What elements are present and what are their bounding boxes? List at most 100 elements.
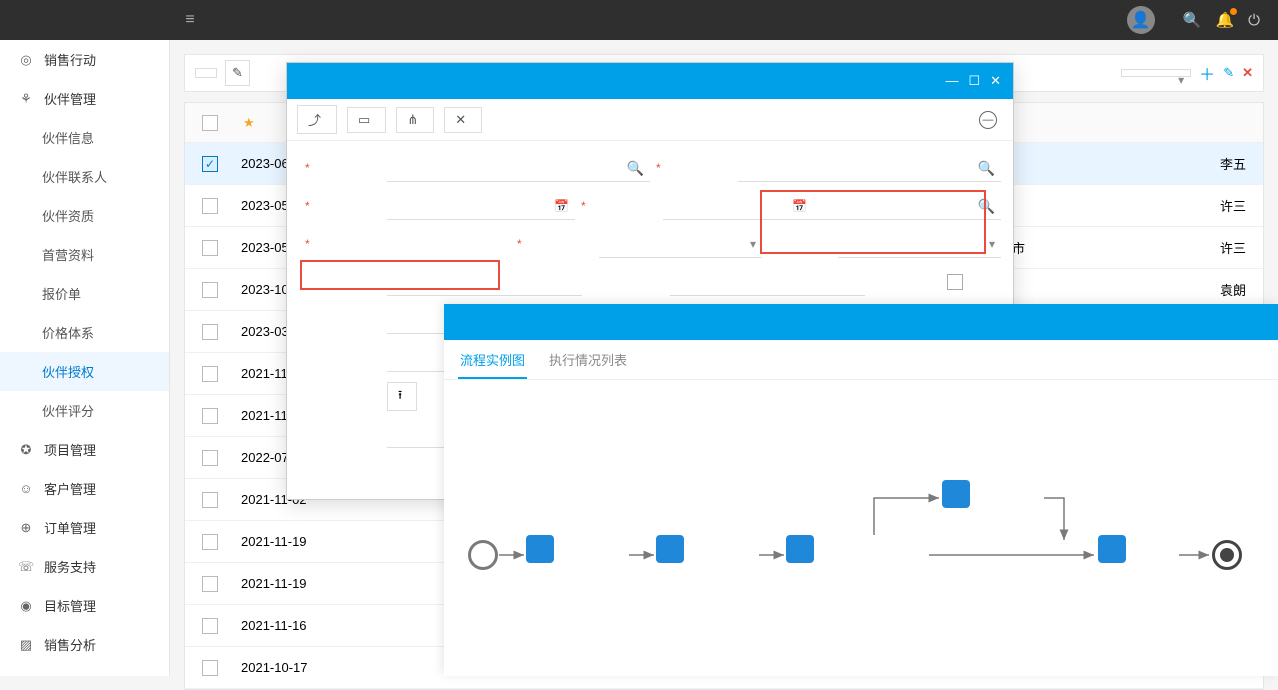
sidebar-item-label: 报价单 bbox=[42, 284, 81, 303]
row-checkbox[interactable] bbox=[202, 534, 218, 550]
minimize-icon[interactable]: — bbox=[945, 73, 958, 89]
row-checkbox[interactable] bbox=[202, 324, 218, 340]
calendar-icon[interactable]: 📅 bbox=[792, 199, 807, 213]
scheme-delete-icon[interactable]: ✕ bbox=[1242, 65, 1253, 81]
sidebar-item-label: 服务支持 bbox=[44, 557, 96, 576]
sidebar-item[interactable]: ⚘伙伴管理 bbox=[0, 79, 169, 118]
sidebar-item[interactable]: ◉ 目标管理 bbox=[0, 586, 169, 625]
row-checkbox[interactable] bbox=[202, 240, 218, 256]
close-button[interactable]: ✕ bbox=[444, 107, 482, 133]
sidebar-item-label: 订单管理 bbox=[44, 518, 96, 537]
sidebar-item[interactable]: 价格体系 bbox=[0, 313, 169, 352]
product-line-input[interactable] bbox=[813, 192, 1001, 220]
sidebar-item[interactable]: ☏服务支持 bbox=[0, 547, 169, 586]
flow-node-1[interactable] bbox=[526, 535, 554, 563]
flow-edges bbox=[444, 380, 1278, 640]
flow-node-4[interactable] bbox=[942, 480, 970, 508]
row-checkbox[interactable] bbox=[202, 618, 218, 634]
sidebar-icon: ◉ bbox=[18, 598, 34, 614]
chevron-down-icon[interactable]: ▾ bbox=[989, 237, 995, 251]
edit-icon[interactable]: ✎ bbox=[225, 60, 250, 86]
sidebar-item[interactable]: 伙伴信息 bbox=[0, 118, 169, 157]
sidebar-item[interactable]: 伙伴资质 bbox=[0, 196, 169, 235]
sidebar-item[interactable]: 伙伴评分 bbox=[0, 391, 169, 430]
add-button[interactable] bbox=[195, 68, 217, 78]
sidebar-icon: ⊕ bbox=[18, 520, 34, 536]
cell-date: 2021-11-19 bbox=[235, 534, 355, 549]
chevron-down-icon[interactable]: ▾ bbox=[750, 237, 756, 251]
sidebar-item[interactable]: 伙伴联系人 bbox=[0, 157, 169, 196]
scheme-edit-icon[interactable]: ✎ bbox=[1223, 65, 1234, 81]
row-checkbox[interactable] bbox=[202, 198, 218, 214]
toolbar-right: ＋ ✎ ✕ bbox=[1105, 61, 1253, 85]
sidebar-item-label: 目标管理 bbox=[44, 596, 96, 615]
viewflow-button[interactable]: ⋔ bbox=[396, 107, 434, 133]
flow-node-5[interactable] bbox=[1098, 535, 1126, 563]
flow-panel: 流程实例图执行情况列表 bbox=[444, 304, 1278, 676]
city-select[interactable] bbox=[838, 230, 1001, 258]
contact-input[interactable] bbox=[738, 154, 1001, 182]
sidebar-item-label: 伙伴评分 bbox=[42, 401, 94, 420]
sidebar-item[interactable]: ▨ 销售分析 bbox=[0, 625, 169, 664]
upload-button[interactable]: ⭱ bbox=[387, 382, 417, 411]
submit-button[interactable]: ⤴ bbox=[297, 105, 337, 134]
flow-node-3[interactable] bbox=[786, 535, 814, 563]
sales-target-input[interactable] bbox=[387, 268, 582, 296]
row-checkbox[interactable] bbox=[202, 408, 218, 424]
close-icon[interactable]: ✕ bbox=[990, 73, 1001, 89]
row-checkbox[interactable] bbox=[202, 450, 218, 466]
sidebar-item-label: 项目管理 bbox=[44, 440, 96, 459]
sidebar-icon: ☺ bbox=[18, 481, 34, 496]
flow-tab[interactable]: 执行情况列表 bbox=[547, 342, 629, 379]
row-checkbox[interactable] bbox=[202, 282, 218, 298]
sidebar-item[interactable]: 首营资料 bbox=[0, 235, 169, 274]
cell-owner: 袁朗 bbox=[1203, 280, 1263, 299]
sidebar-item[interactable]: 伙伴授权 bbox=[0, 352, 169, 391]
search-icon[interactable]: 🔍 bbox=[1183, 11, 1202, 29]
row-checkbox[interactable] bbox=[202, 576, 218, 592]
province-select[interactable] bbox=[599, 230, 762, 258]
row-checkbox[interactable] bbox=[202, 366, 218, 382]
sidebar-item[interactable]: ◎销售行动 bbox=[0, 40, 169, 79]
save-button[interactable]: ▭ bbox=[347, 107, 386, 133]
start-date-input[interactable] bbox=[387, 192, 575, 220]
scheme-add-icon[interactable]: ＋ bbox=[1199, 61, 1215, 85]
menu-toggle-icon[interactable]: ≡ bbox=[170, 11, 210, 29]
row-checkbox[interactable] bbox=[202, 660, 218, 676]
need-account-checkbox[interactable] bbox=[947, 274, 963, 290]
topbar: ≡ 👤 🔍 🔔 ⏻ bbox=[0, 0, 1278, 40]
modal-toolbar: ⤴ ▭ ⋔ ✕ — bbox=[287, 99, 1013, 141]
scheme-select[interactable] bbox=[1121, 69, 1191, 77]
sidebar-item[interactable]: ✪项目管理 bbox=[0, 430, 169, 469]
cell-owner: 许三 bbox=[1203, 238, 1263, 257]
avatar[interactable]: 👤 bbox=[1127, 6, 1155, 34]
sidebar-icon: ⚘ bbox=[18, 91, 34, 107]
sidebar-item[interactable]: ☺客户管理 bbox=[0, 469, 169, 508]
power-icon[interactable]: ⏻ bbox=[1248, 12, 1260, 29]
search-icon[interactable]: 🔍 bbox=[978, 198, 995, 215]
star-icon: ★ bbox=[243, 115, 255, 131]
row-checkbox[interactable]: ✓ bbox=[202, 156, 218, 172]
modal-titlebar: — ☐ ✕ bbox=[287, 63, 1013, 99]
sidebar-item[interactable]: 报价单 bbox=[0, 274, 169, 313]
maximize-icon[interactable]: ☐ bbox=[968, 73, 980, 89]
row-checkbox[interactable] bbox=[202, 492, 218, 508]
cell-date: 2021-11-16 bbox=[235, 618, 355, 633]
mode-normal[interactable]: — bbox=[979, 111, 1003, 129]
flow-end-node bbox=[1212, 540, 1242, 570]
flow-tab[interactable]: 流程实例图 bbox=[458, 342, 527, 379]
flow-node-2[interactable] bbox=[656, 535, 684, 563]
calendar-icon[interactable]: 📅 bbox=[554, 199, 569, 213]
end-date-input[interactable] bbox=[663, 192, 813, 220]
sidebar-item[interactable]: ⊕ 订单管理 bbox=[0, 508, 169, 547]
sidebar-icon: ▨ bbox=[18, 637, 34, 653]
search-icon[interactable]: 🔍 bbox=[978, 160, 995, 177]
auth-target-input[interactable] bbox=[387, 154, 650, 182]
bell-icon[interactable]: 🔔 bbox=[1215, 11, 1234, 29]
sidebar-item-label: 伙伴授权 bbox=[42, 362, 94, 381]
sidebar-item-label: 销售分析 bbox=[44, 635, 96, 654]
deposit-input[interactable] bbox=[670, 268, 865, 296]
checkbox-all[interactable] bbox=[202, 115, 218, 131]
topbar-right: 👤 🔍 🔔 ⏻ bbox=[1127, 6, 1278, 34]
search-icon[interactable]: 🔍 bbox=[627, 160, 644, 177]
